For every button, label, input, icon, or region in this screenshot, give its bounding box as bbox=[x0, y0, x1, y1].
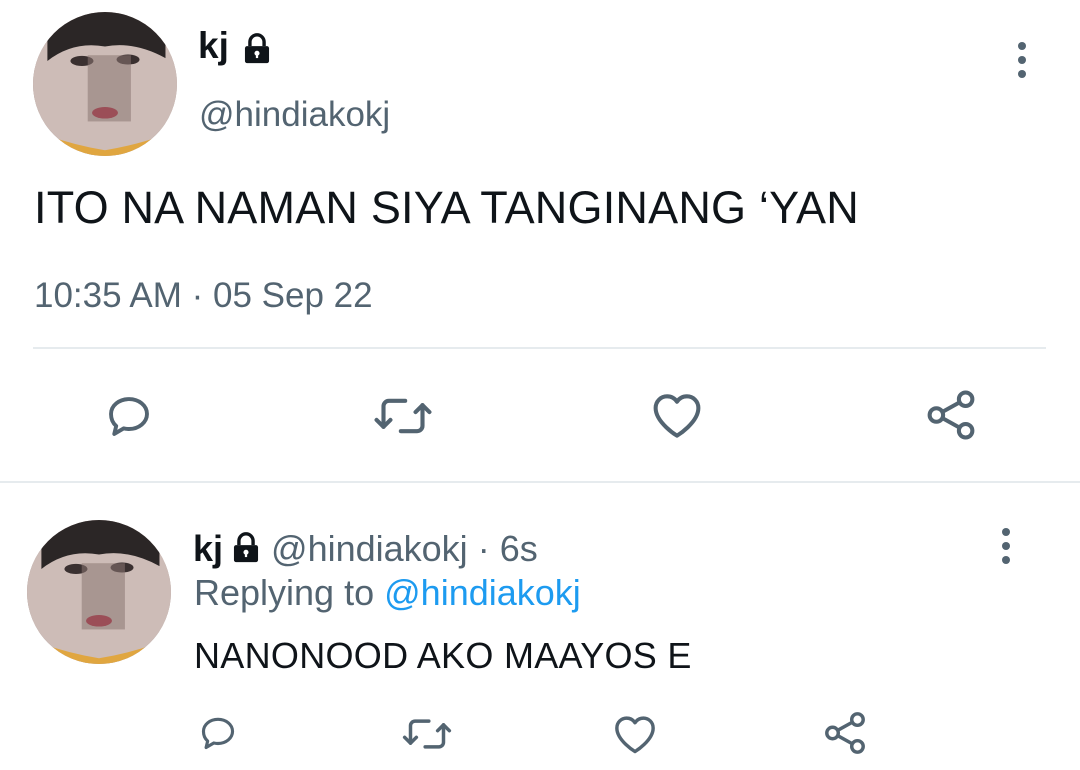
reply-icon[interactable] bbox=[197, 712, 239, 754]
profile-photo bbox=[27, 520, 171, 664]
display-name[interactable]: kj bbox=[193, 528, 223, 569]
handle[interactable]: @hindiakokj bbox=[199, 94, 390, 136]
divider bbox=[0, 481, 1080, 483]
divider bbox=[33, 347, 1046, 349]
reply-header: kj @hindiakokj · 6s bbox=[193, 528, 538, 570]
profile-photo bbox=[33, 12, 177, 156]
tweet-text: ITO NA NAMAN SIYA TANGINANG ‘YAN bbox=[34, 182, 859, 233]
tweet-text: NANONOOD AKO MAAYOS E bbox=[194, 635, 692, 676]
replying-to-link[interactable]: @hindiakokj bbox=[384, 572, 581, 613]
retweet-icon[interactable] bbox=[372, 390, 434, 442]
replying-to: Replying to @hindiakokj bbox=[194, 572, 581, 614]
like-icon[interactable] bbox=[612, 713, 658, 755]
handle[interactable]: @hindiakokj bbox=[271, 528, 468, 569]
separator: · bbox=[477, 528, 490, 569]
avatar[interactable] bbox=[27, 520, 171, 664]
share-icon[interactable] bbox=[924, 388, 978, 442]
lock-icon bbox=[240, 32, 274, 66]
reply-icon[interactable] bbox=[103, 390, 155, 442]
avatar[interactable] bbox=[33, 12, 177, 156]
tweet-timestamp[interactable]: 6s bbox=[500, 528, 538, 569]
display-name[interactable]: kj bbox=[198, 24, 229, 68]
tweet-thread: kj @hindiakokj ITO NA NAMAN SIYA TANGINA… bbox=[0, 0, 1080, 770]
tweet-timestamp[interactable]: 10:35 AM · 05 Sep 22 bbox=[34, 275, 373, 317]
share-icon[interactable] bbox=[822, 710, 868, 756]
more-vertical-icon[interactable] bbox=[992, 526, 1020, 566]
like-icon[interactable] bbox=[650, 390, 704, 440]
retweet-icon[interactable] bbox=[401, 712, 453, 756]
lock-icon bbox=[229, 531, 263, 565]
replying-prefix: Replying to bbox=[194, 572, 375, 613]
more-vertical-icon[interactable] bbox=[1008, 40, 1036, 80]
